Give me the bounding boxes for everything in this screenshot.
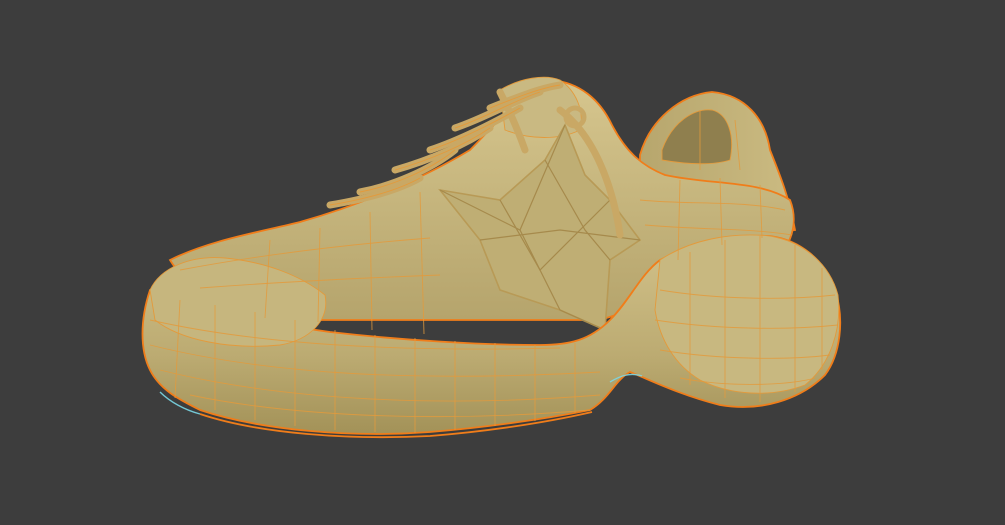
sneaker-mesh[interactable] (0, 0, 1005, 525)
3d-viewport[interactable] (0, 0, 1005, 525)
